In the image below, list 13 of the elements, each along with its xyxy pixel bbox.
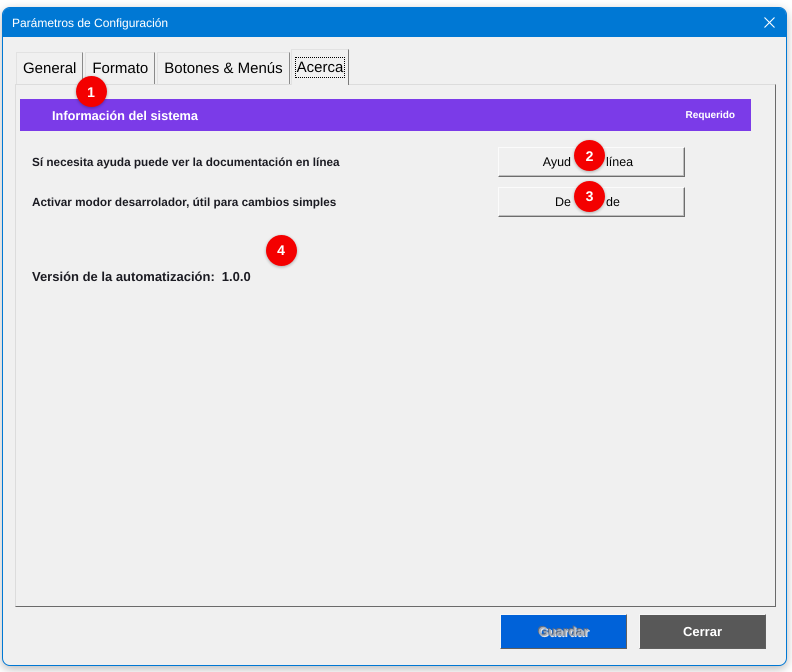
developer-mode-description: Activar modor desarrolador, útil para cambios simples: [32, 196, 336, 208]
version-number: 1.0.0: [222, 269, 251, 284]
tab[interactable]: Botones & Menús: [157, 52, 290, 84]
tab[interactable]: Acerca: [290, 49, 350, 85]
section-title: Información del sistema: [52, 108, 198, 122]
window-title: Parámetros de Configuración: [12, 16, 170, 30]
required-label: Requerido: [686, 110, 735, 120]
close-dialog-button[interactable]: Cerrar: [639, 614, 766, 649]
help-description: Sí necesita ayuda puede ver la documentación en línea: [32, 156, 340, 168]
tab[interactable]: Formato: [85, 52, 156, 84]
version-label: Versión de la automatización:: [32, 269, 215, 284]
tab[interactable]: General: [16, 52, 84, 84]
close-icon: [764, 17, 775, 28]
